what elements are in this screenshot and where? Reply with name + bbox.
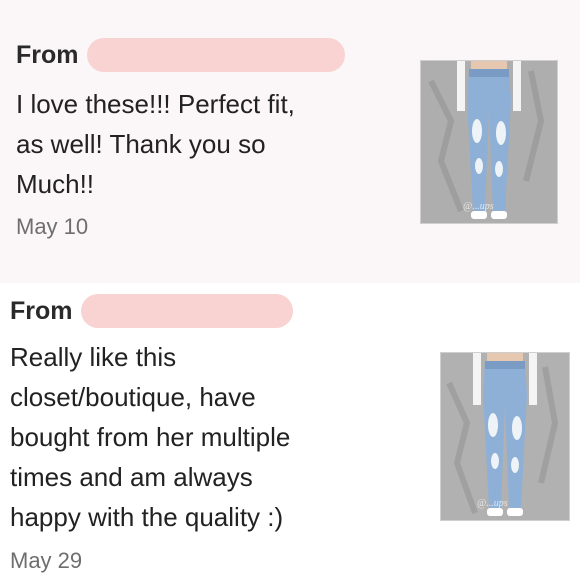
review-text-line: I love these!!! Perfect fit, <box>16 89 295 119</box>
review-text-line: as well! Thank you so <box>16 129 266 159</box>
review-text-line: Much!! <box>16 169 95 199</box>
review-date: May 10 <box>16 214 89 239</box>
review-text-line: times and am always <box>10 462 253 492</box>
reviewer-name-redacted <box>86 38 345 72</box>
jeans-photo-icon <box>441 353 569 520</box>
review-header: From <box>10 294 293 328</box>
review-text-line: happy with the quality :) <box>10 502 284 532</box>
review-card: From Really like this closet/boutique, h… <box>0 283 580 580</box>
review-date: May 29 <box>10 548 83 573</box>
review-header: From <box>16 38 345 72</box>
review-text-line: bought from her multiple <box>10 422 291 452</box>
review-card: From I love these!!! Perfect fit, as wel… <box>0 0 580 283</box>
product-thumbnail[interactable]: @...ups <box>440 352 570 521</box>
from-label: From <box>10 296 73 325</box>
review-text-line: Really like this <box>10 342 177 372</box>
reviewer-name-redacted <box>80 294 293 328</box>
image-watermark: @...ups <box>463 201 494 212</box>
from-label: From <box>16 40 79 69</box>
product-thumbnail[interactable]: @...ups <box>420 60 558 224</box>
review-text: Really like this closet/boutique, have b… <box>10 337 420 537</box>
review-text: I love these!!! Perfect fit, as well! Th… <box>16 84 396 204</box>
jeans-photo-icon <box>421 61 557 223</box>
review-text-line: closet/boutique, have <box>10 382 256 412</box>
image-watermark: @...ups <box>477 498 508 509</box>
